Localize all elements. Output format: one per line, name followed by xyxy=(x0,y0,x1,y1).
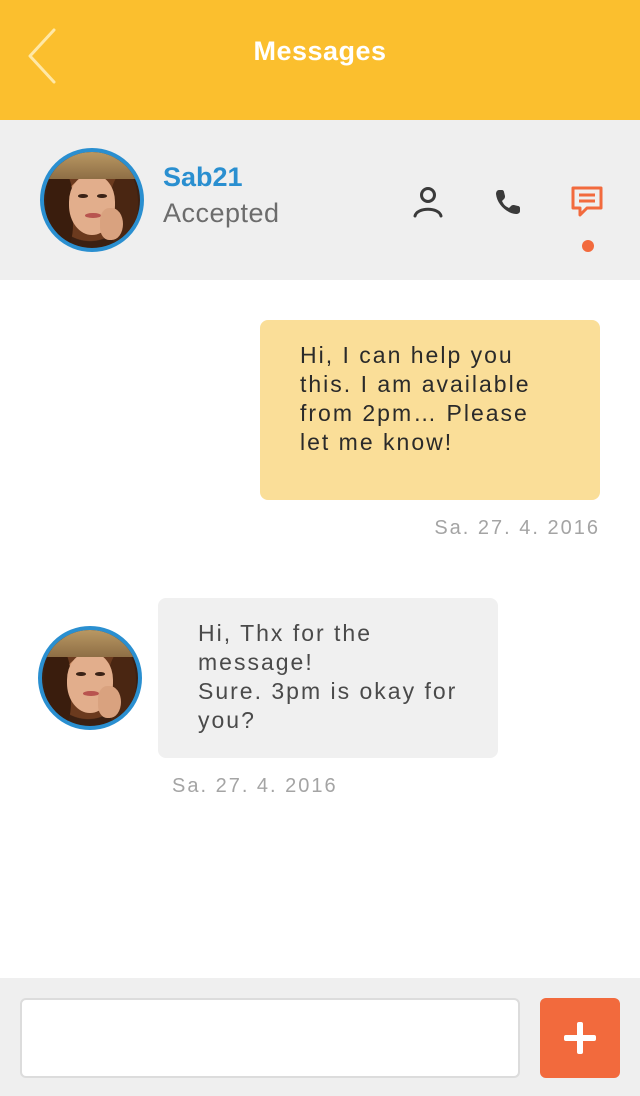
incoming-message[interactable]: Hi, Thx for the message! Sure. 3pm is ok… xyxy=(158,598,498,758)
message-date: Sa. 27. 4. 2016 xyxy=(434,517,600,539)
header-bar: Messages xyxy=(0,0,640,120)
contact-status: Accepted xyxy=(163,198,280,228)
message-input[interactable] xyxy=(20,998,520,1078)
sender-avatar[interactable] xyxy=(38,626,142,730)
active-tab-indicator xyxy=(582,240,594,252)
avatar[interactable] xyxy=(40,148,144,252)
phone-icon xyxy=(496,190,520,214)
page-title: Messages xyxy=(253,36,387,66)
composer-bar xyxy=(0,978,640,1096)
profile-button[interactable] xyxy=(408,182,448,222)
phone-button[interactable] xyxy=(488,182,528,222)
contact-bar: Sab21 Accepted xyxy=(0,120,640,280)
contact-name[interactable]: Sab21 xyxy=(163,162,243,193)
chat-icon xyxy=(571,186,603,217)
outgoing-message[interactable]: Hi, I can help you this. I am available … xyxy=(260,320,600,500)
message-date: Sa. 27. 4. 2016 xyxy=(172,775,338,797)
add-button[interactable] xyxy=(540,998,620,1078)
chat-button[interactable] xyxy=(567,182,607,222)
messages-screen: Messages Sab21 Accepted Hi, I can help y… xyxy=(0,0,640,1096)
profile-icon xyxy=(413,187,443,218)
